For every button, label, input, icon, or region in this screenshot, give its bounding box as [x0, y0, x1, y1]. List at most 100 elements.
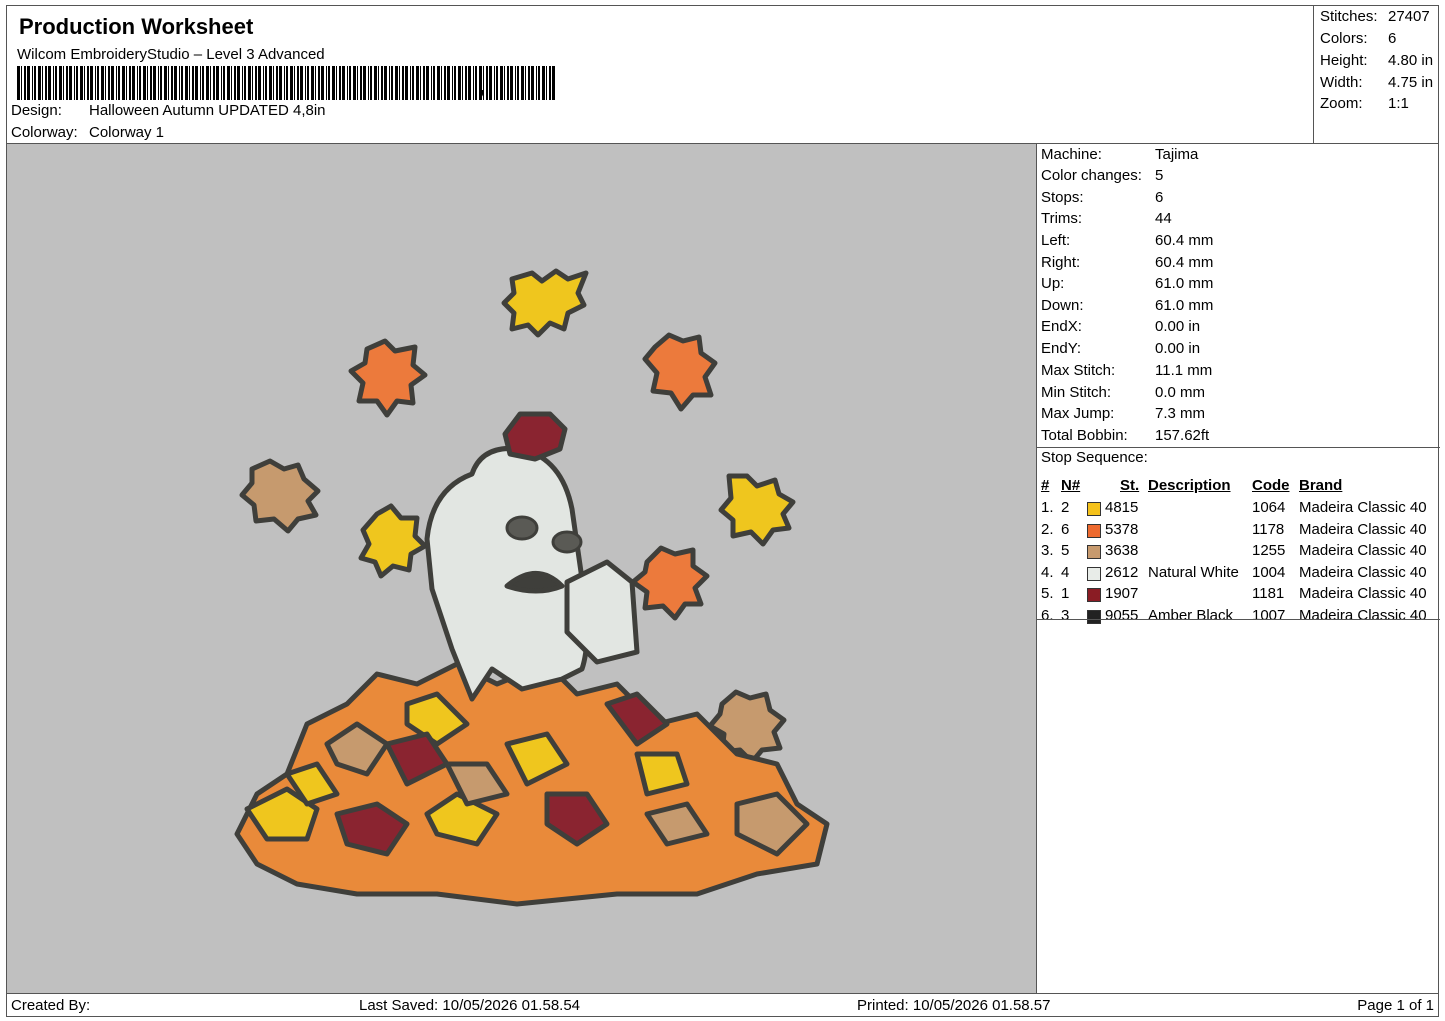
stop-sequence-row: 5. 1 1907 1181 Madeira Classic 40: [1041, 585, 1436, 606]
seq-needle: 2: [1061, 499, 1070, 516]
design-preview[interactable]: [6, 143, 1037, 994]
info-label: Min Stitch:: [1041, 384, 1112, 401]
col-header-num: #: [1041, 477, 1050, 494]
seq-stitches: 3638: [1105, 542, 1139, 560]
seq-needle: 4: [1061, 563, 1070, 581]
info-value: Tajima: [1155, 146, 1199, 163]
seq-num: 2.: [1041, 520, 1054, 538]
seq-code: 1181: [1252, 585, 1285, 603]
leaf-icon: [642, 332, 718, 412]
created-by: Created By:: [11, 997, 91, 1014]
leaf-icon: [718, 473, 796, 547]
machine-info-panel: Machine: Tajima Color changes: 5 Stops: 6 T…: [1036, 143, 1440, 994]
col-header-st: St.: [1120, 477, 1140, 494]
stat-label: Stitches:: [1320, 8, 1378, 25]
leaf-icon: [239, 458, 321, 534]
stat-label: Height:: [1320, 52, 1368, 69]
info-value: 157.62ft: [1155, 427, 1210, 444]
info-value: 5: [1155, 167, 1164, 184]
info-value: 6: [1155, 189, 1164, 206]
stop-sequence-row: 6. 3 9055 Amber Black 1007 Madeira Classic 40: [1041, 607, 1436, 628]
seq-code: 1064: [1252, 499, 1286, 516]
trims-row: Trims: 44: [1041, 210, 1172, 231]
stat-row: Colors: 6: [1320, 30, 1396, 47]
col-header-brand: Brand: [1299, 477, 1343, 494]
min-stitch-row: Min Stitch: 0.0 mm: [1041, 384, 1205, 405]
info-label: Up:: [1041, 275, 1065, 292]
seq-num: 4.: [1041, 563, 1054, 581]
colorway-label: Colorway:: [11, 124, 78, 141]
page-number: Page 1 of 1: [1357, 997, 1434, 1014]
info-label: EndY:: [1041, 340, 1082, 357]
seq-brand: Madeira Classic 40: [1299, 563, 1427, 581]
stat-label: Width:: [1320, 74, 1363, 91]
leaf-icon: [634, 751, 690, 797]
color-swatch: [1087, 523, 1101, 538]
info-value: 0.00 in: [1155, 340, 1201, 357]
seq-brand: Madeira Classic 40: [1299, 499, 1427, 516]
info-value: 61.0 mm: [1155, 275, 1214, 292]
leaf-icon: [501, 268, 589, 338]
ghost-figure: [424, 445, 590, 702]
col-header-description: Description: [1148, 477, 1231, 494]
up-row: Up: 61.0 mm: [1041, 275, 1213, 296]
last-saved: Last Saved: 10/05/2026 01.58.54: [359, 997, 581, 1014]
seq-description: Natural White: [1148, 563, 1239, 581]
info-label: Color changes:: [1041, 167, 1142, 184]
seq-stitches: 1907: [1105, 585, 1139, 603]
info-label: Left:: [1041, 232, 1071, 249]
stop-sequence-row: 2. 6 5378 1178 Madeira Classic 40: [1041, 521, 1436, 542]
stat-value: 1:1: [1388, 95, 1409, 112]
stops-row: Stops: 6: [1041, 189, 1163, 210]
stop-sequence-row: 3. 5 3638 1255 Madeira Classic 40: [1041, 542, 1436, 563]
ghost-eye: [551, 530, 583, 554]
down-row: Down: 61.0 mm: [1041, 297, 1213, 318]
seq-num: 6.: [1041, 607, 1054, 624]
info-label: Max Stitch:: [1041, 362, 1116, 379]
seq-brand: Madeira Classic 40: [1299, 607, 1427, 624]
info-value: 7.3 mm: [1155, 405, 1206, 422]
info-value: 0.00 in: [1155, 318, 1201, 335]
info-value: 11.1 mm: [1155, 362, 1213, 379]
info-label: Stops:: [1041, 189, 1084, 206]
seq-num: 1.: [1041, 499, 1054, 516]
seq-code: 1255: [1252, 542, 1286, 560]
stop-sequence-row: 4. 4 2612 Natural White 1004 Madeira Classic …: [1041, 564, 1436, 585]
info-value: 61.0 mm: [1155, 297, 1214, 314]
seq-needle: 6: [1061, 520, 1070, 538]
stop-sequence-title: Stop Sequence:: [1041, 449, 1148, 466]
stat-label: Zoom:: [1320, 95, 1363, 112]
col-header-n: N#: [1061, 477, 1081, 494]
stat-value: 27407: [1388, 8, 1430, 25]
left-row: Left: 60.4 mm: [1041, 232, 1213, 253]
seq-num: 3.: [1041, 542, 1054, 560]
stop-sequence-row: 1. 2 4815 1064 Madeira Classic 40: [1041, 499, 1436, 520]
seq-stitches: 4815: [1105, 499, 1139, 516]
design-value: Halloween Autumn UPDATED 4,8in: [89, 102, 326, 119]
endx-row: EndX: 0.00 in: [1041, 318, 1200, 339]
stats-panel: Stitches: 27407 Colors: 6 Height: 4.80 in W…: [1313, 5, 1439, 144]
ghost-eye: [505, 515, 539, 541]
seq-needle: 1: [1061, 585, 1070, 603]
divider: [1037, 619, 1440, 620]
endy-row: EndY: 0.00 in: [1041, 340, 1200, 361]
color-swatch: [1087, 610, 1101, 624]
software-name: Wilcom EmbroideryStudio – Level 3 Advanc…: [17, 46, 325, 63]
info-value: 60.4 mm: [1155, 254, 1214, 271]
worksheet-footer: Created By: Last Saved: 10/05/2026 01.58…: [6, 993, 1439, 1017]
machine-row: Machine: Tajima: [1041, 146, 1198, 167]
seq-stitches: 2612: [1105, 563, 1139, 581]
stat-value: 4.80 in: [1388, 52, 1434, 69]
seq-brand: Madeira Classic 40: [1299, 585, 1427, 603]
barcode-suffix: ,: [479, 76, 485, 98]
leaf-icon: [358, 503, 428, 579]
color-swatch: [1087, 588, 1101, 603]
leaf-icon: [348, 338, 428, 418]
stat-value: 6: [1388, 30, 1397, 47]
colorway-value: Colorway 1: [89, 124, 165, 141]
stat-row: Stitches: 27407: [1320, 8, 1430, 25]
seq-needle: 3: [1061, 607, 1070, 624]
info-label: Machine:: [1041, 146, 1102, 163]
color-swatch: [1087, 566, 1101, 581]
color-changes-row: Color changes: 5: [1041, 167, 1163, 188]
